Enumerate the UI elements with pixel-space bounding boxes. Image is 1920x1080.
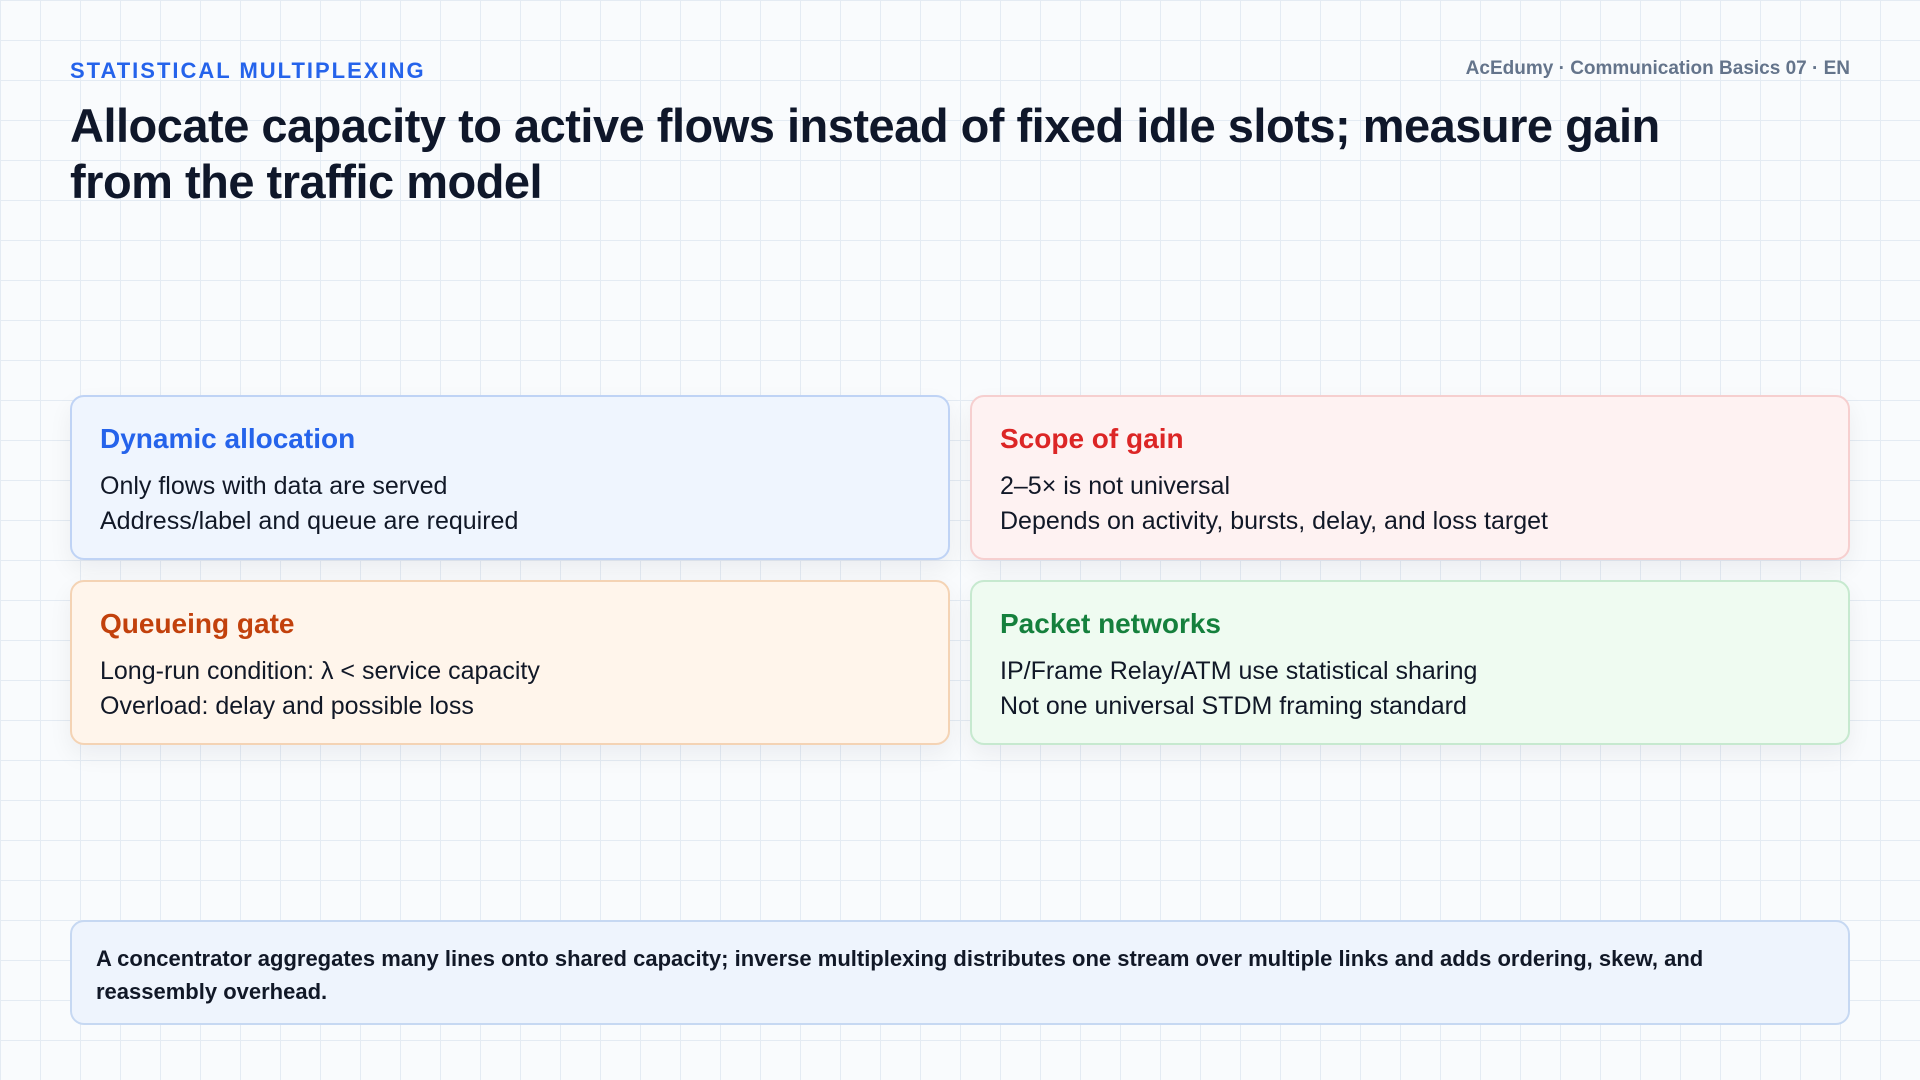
summary-note: A concentrator aggregates many lines ont… bbox=[70, 920, 1850, 1025]
card-line: Address/label and queue are required bbox=[100, 507, 519, 535]
card-scope-of-gain: Scope of gain 2–5× is not universal Depe… bbox=[970, 395, 1850, 560]
card-title: Queueing gate bbox=[100, 608, 295, 639]
card-packet-networks: Packet networks IP/Frame Relay/ATM use s… bbox=[970, 580, 1850, 745]
card-line: Only flows with data are served bbox=[100, 472, 448, 500]
card-line: 2–5× is not universal bbox=[1000, 472, 1231, 500]
section-kicker: STATISTICAL MULTIPLEXING bbox=[70, 58, 426, 83]
card-line: IP/Frame Relay/ATM use statistical shari… bbox=[1000, 657, 1478, 685]
slide-title: Allocate capacity to active flows instea… bbox=[70, 99, 1660, 208]
card-line: Not one universal STDM framing standard bbox=[1000, 692, 1467, 720]
card-line: Depends on activity, bursts, delay, and … bbox=[1000, 507, 1548, 535]
card-dynamic-allocation: Dynamic allocation Only flows with data … bbox=[70, 395, 950, 560]
course-meta: AcEdumy · Communication Basics 07 · EN bbox=[1465, 58, 1850, 79]
card-line: Long-run condition: λ < service capacity bbox=[100, 657, 540, 685]
card-line: Overload: delay and possible loss bbox=[100, 692, 474, 720]
card-title: Scope of gain bbox=[1000, 423, 1184, 454]
card-queueing-gate: Queueing gate Long-run condition: λ < se… bbox=[70, 580, 950, 745]
card-title: Dynamic allocation bbox=[100, 423, 356, 454]
card-title: Packet networks bbox=[1000, 608, 1221, 639]
card-grid: Dynamic allocation Only flows with data … bbox=[70, 395, 1850, 745]
